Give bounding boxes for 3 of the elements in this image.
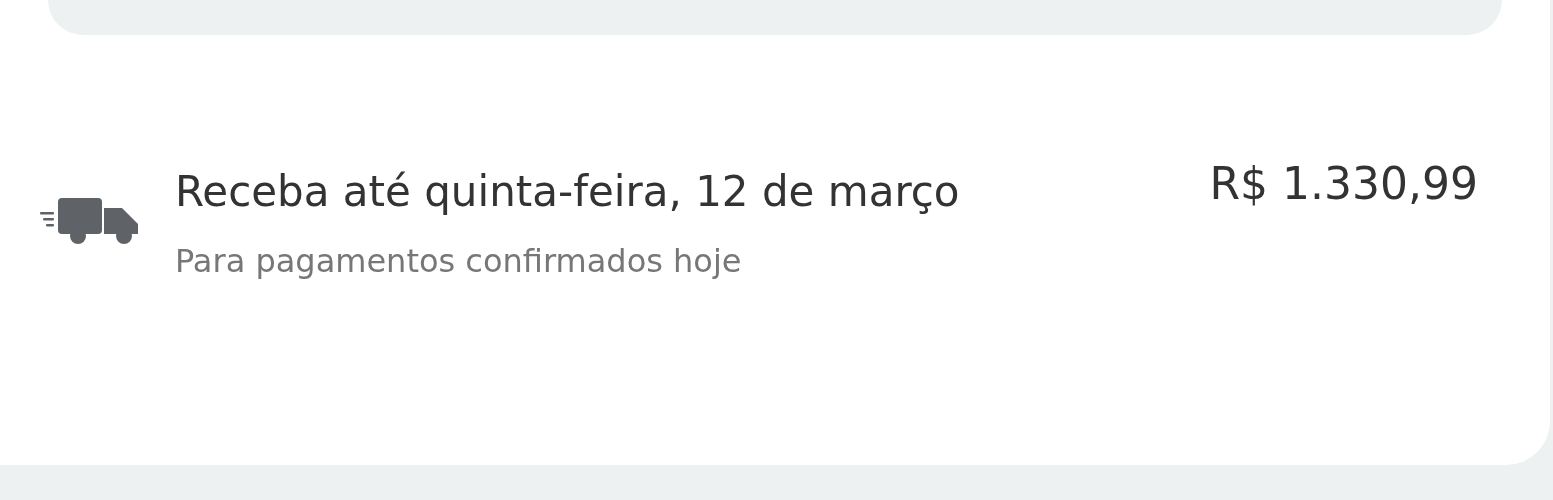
delivery-title: Receba até quinta-feira, 12 de março	[175, 166, 961, 218]
price: R$ 1.330,99	[1209, 157, 1478, 211]
delivery-subtitle: Para pagamentos confirmados hoje	[175, 241, 743, 282]
